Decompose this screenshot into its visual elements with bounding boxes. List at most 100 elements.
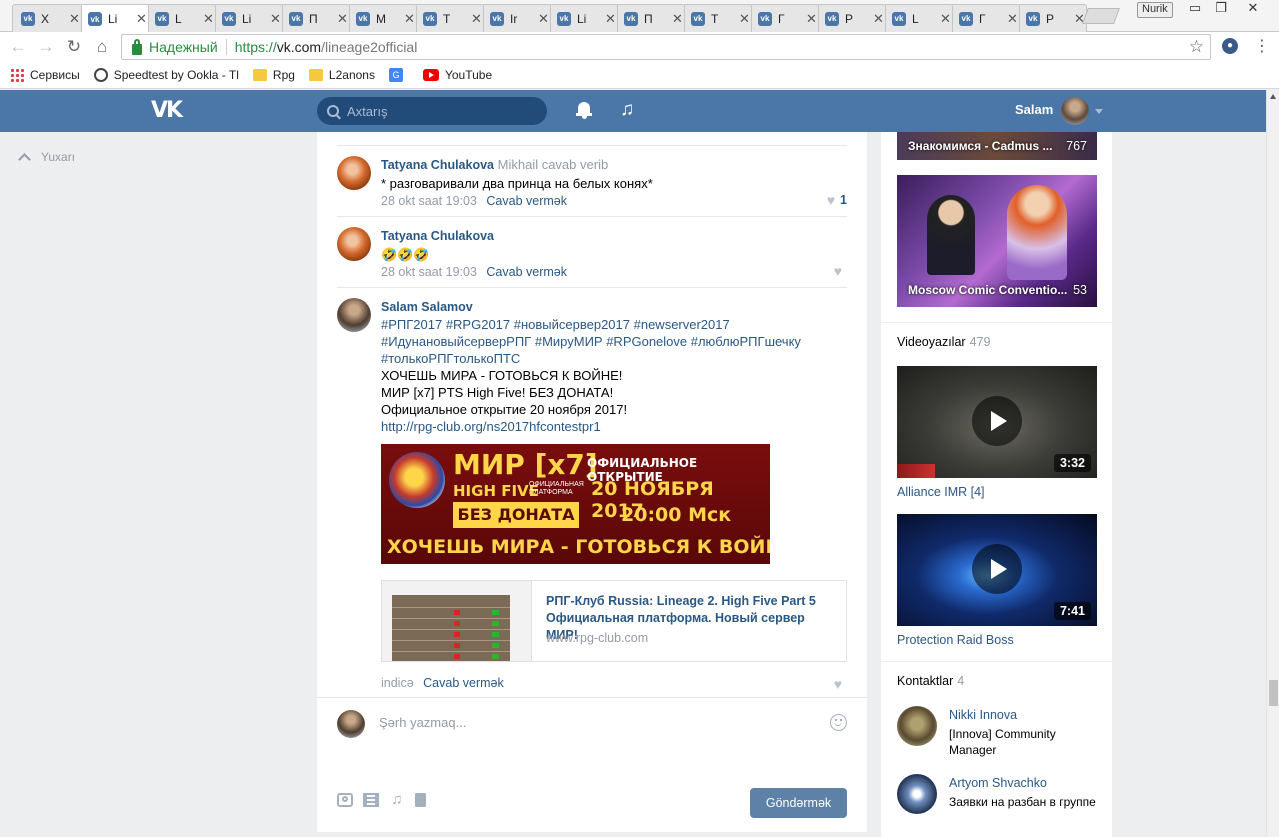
browser-tab[interactable]: vk Г ✕ — [749, 4, 819, 32]
close-tab-icon[interactable]: ✕ — [605, 11, 616, 27]
bookmark-youtube[interactable]: YouTube — [422, 68, 492, 82]
close-window-icon[interactable]: ✕ — [1240, 0, 1266, 16]
album-cover[interactable]: Знакомимся - Cadmus ... 767 — [897, 132, 1097, 160]
user-name[interactable]: Salam — [1015, 102, 1053, 117]
vk-search[interactable] — [317, 97, 547, 125]
close-tab-icon[interactable]: ✕ — [873, 11, 884, 27]
contact-avatar[interactable] — [897, 774, 937, 814]
link-preview-card[interactable]: РПГ-Клуб Russia: Lineage 2. High Five Pa… — [381, 580, 847, 662]
chevron-down-icon[interactable] — [1095, 109, 1103, 114]
promo-banner-image[interactable]: МИР [x7] HIGH FIVE ОФИЦИАЛЬНАЯ ПЛАТФОРМА… — [381, 444, 770, 564]
like-button[interactable]: ♥ 1 — [827, 192, 847, 208]
address-bar[interactable]: Надежный https://vk.com/lineage2official… — [121, 34, 1211, 60]
browser-tab[interactable]: vk Li ✕ — [79, 4, 149, 33]
bell-icon[interactable] — [576, 101, 592, 119]
close-tab-icon[interactable]: ✕ — [739, 11, 750, 27]
minimize-icon[interactable]: ▭ — [1182, 0, 1208, 16]
browser-tab[interactable]: vk П ✕ — [615, 4, 685, 32]
hashtags[interactable]: #ИдунановыйсерверРПГ #МируМИР #RPGonelov… — [381, 333, 847, 350]
album-cover[interactable]: Moscow Comic Conventio... 53 — [897, 175, 1097, 307]
browser-tab[interactable]: vk Г ✕ — [950, 4, 1020, 32]
browser-tab[interactable]: vk M ✕ — [347, 4, 417, 32]
restore-icon[interactable]: ❐ — [1208, 0, 1234, 16]
home-icon[interactable]: ⌂ — [92, 37, 112, 57]
comment-author[interactable]: Tatyana Chulakova — [381, 229, 494, 243]
forward-icon[interactable]: → — [36, 37, 56, 57]
send-button[interactable]: Göndərmək — [750, 788, 847, 818]
play-icon[interactable] — [972, 396, 1022, 446]
close-tab-icon[interactable]: ✕ — [69, 11, 80, 27]
hashtags[interactable]: #толькоРПГтолькоПТС — [381, 350, 847, 367]
play-icon[interactable] — [972, 544, 1022, 594]
video-title[interactable]: Alliance IMR [4] — [897, 485, 985, 499]
hashtags[interactable]: #РПГ2017 #RPG2017 #новыйсервер2017 #news… — [381, 316, 847, 333]
contact-name[interactable]: Artyom Shvachko — [949, 776, 1047, 790]
music-attach-icon[interactable]: ♫ — [389, 792, 405, 807]
browser-tab[interactable]: vk P ✕ — [1017, 4, 1087, 32]
page-scrollbar[interactable] — [1266, 90, 1279, 837]
close-tab-icon[interactable]: ✕ — [337, 11, 348, 27]
bookmark-services[interactable]: Сервисы — [10, 68, 80, 82]
reply-link[interactable]: Cavab vermək — [486, 265, 567, 279]
search-input[interactable] — [347, 103, 527, 119]
scroll-up-icon[interactable] — [1270, 94, 1276, 99]
extension-icon[interactable]: ● — [1222, 38, 1238, 54]
contact-name[interactable]: Nikki Innova — [949, 708, 1017, 722]
close-tab-icon[interactable]: ✕ — [471, 11, 482, 27]
bookmark-speedtest[interactable]: Speedtest by Ookla - Tl — [93, 68, 239, 82]
browser-tab[interactable]: vk L ✕ — [146, 4, 216, 32]
music-icon[interactable]: ♫ — [620, 99, 634, 121]
back-icon[interactable]: ← — [8, 37, 28, 57]
comment-date[interactable]: 28 okt saat 19:03 — [381, 194, 477, 208]
scroll-to-top[interactable]: Yuxarı — [18, 150, 75, 166]
close-tab-icon[interactable]: ✕ — [1007, 11, 1018, 27]
document-icon[interactable] — [415, 793, 426, 807]
scroll-thumb[interactable] — [1269, 680, 1278, 706]
browser-menu-icon[interactable]: ⋮ — [1254, 36, 1270, 56]
camera-icon[interactable] — [337, 793, 353, 807]
emoji-icon[interactable] — [830, 714, 847, 731]
video-thumbnail[interactable]: 7:41 — [897, 514, 1097, 626]
comment-url[interactable]: http://rpg-club.org/ns2017hfcontestpr1 — [381, 418, 847, 435]
close-tab-icon[interactable]: ✕ — [672, 11, 683, 27]
reply-link[interactable]: Cavab vermək — [423, 676, 504, 690]
comment-author[interactable]: Tatyana Chulakova — [381, 158, 494, 172]
close-tab-icon[interactable]: ✕ — [203, 11, 214, 27]
comment-avatar[interactable] — [337, 227, 371, 261]
vk-logo[interactable]: VK — [151, 98, 187, 124]
bookmark-google-translate[interactable]: G — [388, 68, 409, 82]
like-button[interactable]: ♥ — [834, 676, 847, 692]
reply-link[interactable]: Cavab vermək — [486, 194, 567, 208]
user-avatar[interactable] — [1061, 97, 1089, 125]
bookmark-rpg[interactable]: Rpg — [252, 68, 295, 82]
browser-tab[interactable]: vk L ✕ — [883, 4, 953, 32]
browser-tab[interactable]: vk P ✕ — [816, 4, 886, 32]
bookmark-star-icon[interactable]: ☆ — [1189, 37, 1204, 57]
like-button[interactable]: ♥ — [834, 263, 847, 279]
video-thumbnail[interactable]: 3:32 — [897, 366, 1097, 478]
close-tab-icon[interactable]: ✕ — [940, 11, 951, 27]
close-tab-icon[interactable]: ✕ — [806, 11, 817, 27]
close-tab-icon[interactable]: ✕ — [270, 11, 281, 27]
close-tab-icon[interactable]: ✕ — [538, 11, 549, 27]
video-title[interactable]: Protection Raid Boss — [897, 633, 1014, 647]
close-tab-icon[interactable]: ✕ — [136, 11, 147, 27]
video-icon[interactable] — [363, 793, 379, 807]
browser-tab[interactable]: vk T ✕ — [682, 4, 752, 32]
contact-avatar[interactable] — [897, 706, 937, 746]
browser-tab[interactable]: vk Li ✕ — [213, 4, 283, 32]
reload-icon[interactable]: ↻ — [64, 37, 84, 57]
bookmark-l2anons[interactable]: L2anons — [308, 68, 375, 82]
new-tab-button[interactable] — [1082, 8, 1120, 24]
browser-profile-chip[interactable]: Nurik — [1137, 2, 1173, 18]
close-tab-icon[interactable]: ✕ — [404, 11, 415, 27]
videos-header[interactable]: Videoyazılar 479 — [897, 335, 990, 349]
contacts-header[interactable]: Kontaktlar 4 — [897, 674, 964, 688]
comment-date[interactable]: 28 okt saat 19:03 — [381, 265, 477, 279]
browser-tab[interactable]: vk Li ✕ — [548, 4, 618, 32]
comment-author[interactable]: Salam Salamov — [381, 300, 473, 314]
comment-avatar[interactable] — [337, 156, 371, 190]
comment-date[interactable]: indicə — [381, 676, 414, 690]
browser-tab[interactable]: vk П ✕ — [280, 4, 350, 32]
browser-tab[interactable]: vk Ir ✕ — [481, 4, 551, 32]
